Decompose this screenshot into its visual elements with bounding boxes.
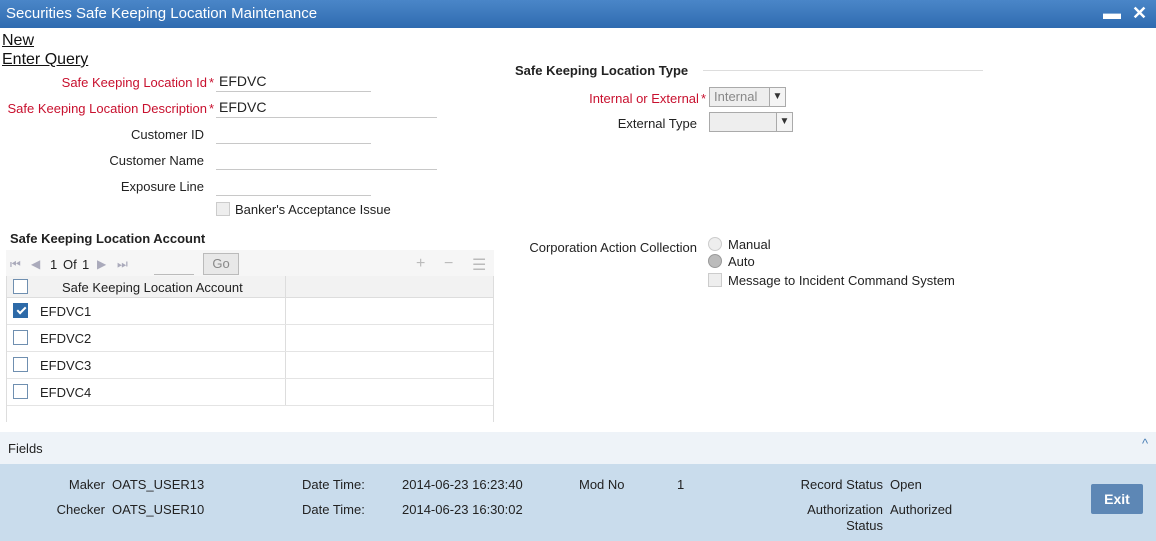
minimize-icon[interactable]: ▬ — [1103, 3, 1121, 24]
record-status-value: Open — [890, 477, 922, 492]
grid-toolbar: ⏮ ◀ 1 Of 1 ▶ ⏭ Go + − ☰ — [6, 250, 494, 278]
checker-value: OATS_USER10 — [112, 502, 205, 517]
internal-external-value: Internal — [714, 89, 758, 104]
row-checkbox[interactable] — [13, 357, 28, 372]
first-page-icon[interactable]: ⏮ — [10, 257, 21, 272]
audit-footer: Maker OATS_USER13 Checker OATS_USER10 Da… — [0, 464, 1156, 541]
datetime-value: 2014-06-23 16:23:40 — [402, 477, 523, 492]
table-row[interactable]: EFDVC2 — [7, 325, 493, 352]
window-title: Securities Safe Keeping Location Mainten… — [6, 5, 318, 22]
auth-status-label-2: Status — [846, 518, 883, 533]
prev-page-icon[interactable]: ◀ — [31, 257, 40, 271]
fields-label: Fields — [8, 441, 43, 456]
chevron-down-icon: ▼ — [776, 113, 792, 131]
customer-name-label: Customer Name — [109, 153, 204, 168]
table-row[interactable]: EFDVC1 — [7, 298, 493, 325]
manual-radio[interactable] — [708, 237, 722, 251]
row-value: EFDVC3 — [40, 358, 92, 373]
auth-status-label: Authorization — [807, 502, 883, 517]
external-type-label: External Type — [617, 116, 697, 131]
customer-id-label: Customer ID — [131, 127, 204, 142]
page-input[interactable] — [154, 255, 194, 275]
customer-id-input[interactable] — [216, 124, 371, 144]
section-divider — [703, 70, 983, 71]
internal-external-label: Internal or External * — [589, 91, 706, 106]
datetime-label: Date Time: — [302, 502, 365, 517]
mod-no-label: Mod No — [579, 477, 625, 492]
table-row[interactable]: EFDVC4 — [7, 379, 493, 406]
page-of: Of — [63, 257, 77, 272]
location-id-input[interactable]: EFDVC — [216, 72, 371, 92]
customer-name-input[interactable] — [216, 150, 437, 170]
auth-status-value: Authorized — [890, 502, 953, 517]
row-value: EFDVC1 — [40, 304, 92, 319]
row-value: EFDVC2 — [40, 331, 92, 346]
location-id-label: Safe Keeping Location Id * — [61, 75, 214, 90]
exit-button[interactable]: Exit — [1091, 484, 1143, 514]
table-row[interactable]: EFDVC3 — [7, 352, 493, 379]
maker-label: Maker — [68, 477, 105, 492]
new-link[interactable]: New — [2, 32, 34, 50]
delete-row-icon[interactable]: − — [444, 255, 453, 273]
bankers-acceptance-checkbox[interactable] — [216, 202, 230, 216]
fields-bar[interactable]: Fields ^ — [0, 432, 1156, 464]
select-all-checkbox[interactable] — [13, 279, 28, 294]
account-section-title: Safe Keeping Location Account — [10, 231, 206, 246]
message-incident-checkbox[interactable] — [708, 273, 722, 287]
external-type-select[interactable]: ▼ — [709, 112, 793, 132]
exposure-line-input[interactable] — [216, 176, 371, 196]
row-value: EFDVC4 — [40, 385, 92, 400]
page-current: 1 — [50, 257, 58, 272]
auto-radio[interactable] — [708, 254, 722, 268]
location-type-title: Safe Keeping Location Type — [515, 63, 689, 78]
internal-external-select[interactable]: Internal ▼ — [709, 87, 786, 107]
last-page-icon[interactable]: ⏭ — [117, 257, 128, 272]
record-status-label: Record Status — [800, 477, 883, 492]
row-checkbox[interactable] — [13, 384, 28, 399]
corporation-action-label: Corporation Action Collection — [529, 240, 697, 255]
chevron-down-icon: ▼ — [769, 88, 785, 106]
row-checkbox[interactable] — [13, 330, 28, 345]
title-bar: Securities Safe Keeping Location Mainten… — [0, 0, 1156, 28]
row-checkbox[interactable] — [13, 303, 28, 318]
go-button[interactable]: Go — [203, 253, 239, 275]
location-desc-label: Safe Keeping Location Description * — [7, 101, 214, 116]
chevron-up-icon[interactable]: ^ — [1142, 436, 1148, 451]
grid-header: Safe Keeping Location Account — [7, 276, 493, 298]
datetime-value: 2014-06-23 16:30:02 — [402, 502, 523, 517]
auto-label: Auto — [728, 254, 755, 269]
next-page-icon[interactable]: ▶ — [97, 257, 106, 271]
add-row-icon[interactable]: + — [416, 255, 425, 273]
mod-no-value: 1 — [677, 477, 685, 492]
manual-label: Manual — [728, 237, 771, 252]
checker-label: Checker — [56, 502, 105, 517]
enter-query-link[interactable]: Enter Query — [2, 51, 88, 69]
message-incident-label: Message to Incident Command System — [728, 273, 955, 288]
datetime-label: Date Time: — [302, 477, 365, 492]
bankers-acceptance-label: Banker's Acceptance Issue — [235, 202, 391, 217]
account-grid: Safe Keeping Location Account EFDVC1 EFD… — [6, 276, 494, 422]
location-desc-input[interactable]: EFDVC — [216, 98, 437, 118]
close-icon[interactable]: ✕ — [1132, 3, 1147, 24]
page-total: 1 — [82, 257, 90, 272]
maker-value: OATS_USER13 — [112, 477, 205, 492]
list-view-icon[interactable]: ☰ — [472, 255, 486, 275]
column-header: Safe Keeping Location Account — [62, 280, 243, 295]
exposure-line-label: Exposure Line — [120, 179, 204, 194]
